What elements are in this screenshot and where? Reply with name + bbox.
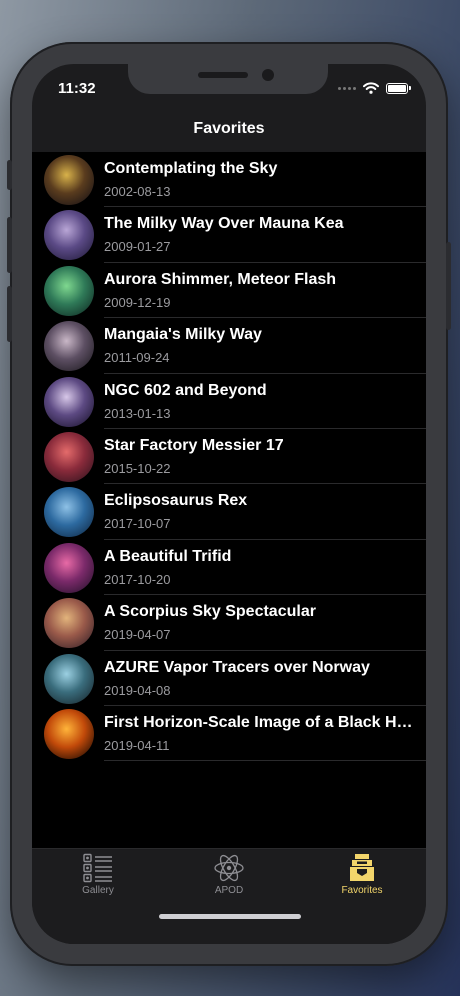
item-date: 2013-01-13	[104, 405, 171, 421]
list-item[interactable]: Eclipsosaurus Rex 2017-10-07	[32, 484, 426, 540]
volume-up-button	[7, 217, 12, 273]
tab-favorites-label: Favorites	[341, 885, 383, 896]
item-title: First Horizon-Scale Image of a Black Hol…	[104, 713, 414, 731]
item-date: 2015-10-22	[104, 460, 171, 476]
item-title: Aurora Shimmer, Meteor Flash	[104, 270, 337, 288]
atom-icon	[214, 854, 244, 882]
list-item[interactable]: Star Factory Messier 17 2015-10-22	[32, 429, 426, 485]
signal-icon	[338, 86, 356, 90]
item-date: 2009-12-19	[104, 294, 171, 310]
thumbnail-image	[44, 210, 94, 261]
tab-gallery-label: Gallery	[82, 885, 114, 896]
item-title: A Beautiful Trifid	[104, 547, 232, 565]
tab-bar: Gallery APOD Favorites	[32, 848, 426, 944]
notch	[128, 64, 328, 94]
thumbnail-image	[44, 376, 94, 427]
list-item[interactable]: Aurora Shimmer, Meteor Flash 2009-12-19	[32, 263, 426, 319]
list-item[interactable]: The Milky Way Over Mauna Kea 2009-01-27	[32, 207, 426, 263]
item-title: Mangaia's Milky Way	[104, 326, 262, 344]
thumbnail-image	[44, 542, 94, 593]
item-date: 2017-10-20	[104, 571, 171, 587]
item-date: 2009-01-27	[104, 239, 171, 255]
power-button	[446, 242, 451, 330]
list-item[interactable]: Mangaia's Milky Way 2011-09-24	[32, 318, 426, 374]
item-title: The Milky Way Over Mauna Kea	[104, 215, 344, 233]
favorites-list[interactable]: Contemplating the Sky 2002-08-13 The Milky…	[32, 152, 426, 848]
mute-switch	[7, 160, 12, 190]
battery-icon	[386, 82, 411, 94]
screen: 11:32 Favorites Contemplating the Sky 200…	[32, 64, 426, 944]
gallery-icon	[83, 853, 112, 883]
tab-favorites[interactable]: Favorites	[302, 853, 422, 896]
tab-apod-label: APOD	[214, 885, 244, 896]
thumbnail-image	[44, 487, 94, 538]
thumbnail-image	[44, 653, 94, 704]
item-date: 2019-04-08	[104, 682, 171, 698]
item-title: Contemplating the Sky	[104, 160, 278, 177]
item-title: Eclipsosaurus Rex	[104, 492, 248, 510]
thumbnail-image	[44, 155, 94, 205]
tab-gallery[interactable]: Gallery	[38, 853, 158, 896]
front-camera	[262, 69, 274, 81]
item-title: Star Factory Messier 17	[104, 436, 284, 454]
list-item[interactable]: A Beautiful Trifid 2017-10-20	[32, 540, 426, 596]
row-divider	[104, 760, 426, 762]
thumbnail-image	[44, 708, 94, 759]
tab-apod[interactable]: APOD	[169, 853, 289, 896]
list-item[interactable]: NGC 602 and Beyond 2013-01-13	[32, 374, 426, 429]
page-title: Favorites	[193, 120, 265, 137]
item-date: 2011-09-24	[104, 350, 170, 366]
item-title: A Scorpius Sky Spectacular	[104, 603, 316, 621]
item-date: 2019-04-11	[104, 737, 170, 753]
item-title: AZURE Vapor Tracers over Norway	[104, 658, 370, 676]
favorites-box-icon	[350, 854, 374, 881]
thumbnail-image	[44, 265, 94, 316]
thumbnail-image	[44, 598, 94, 649]
thumbnail-image	[44, 321, 94, 372]
item-title: NGC 602 and Beyond	[104, 381, 267, 399]
status-time: 11:32	[58, 80, 96, 97]
list-item[interactable]: First Horizon-Scale Image of a Black Hol…	[32, 706, 426, 762]
item-date: 2017-10-07	[104, 516, 171, 532]
speaker	[198, 72, 248, 78]
status-indicators	[338, 82, 411, 94]
list-item[interactable]: Contemplating the Sky 2002-08-13	[32, 152, 426, 208]
item-date: 2019-04-07	[104, 627, 171, 643]
list-item[interactable]: A Scorpius Sky Spectacular 2019-04-07	[32, 595, 426, 651]
thumbnail-image	[44, 431, 94, 482]
wifi-icon	[363, 82, 379, 94]
phone-frame: 11:32 Favorites Contemplating the Sky 200…	[7, 42, 451, 966]
home-indicator	[159, 914, 301, 919]
item-date: 2002-08-13	[104, 184, 171, 199]
list-item[interactable]: AZURE Vapor Tracers over Norway 2019-04-0…	[32, 651, 426, 706]
volume-down-button	[7, 286, 12, 342]
